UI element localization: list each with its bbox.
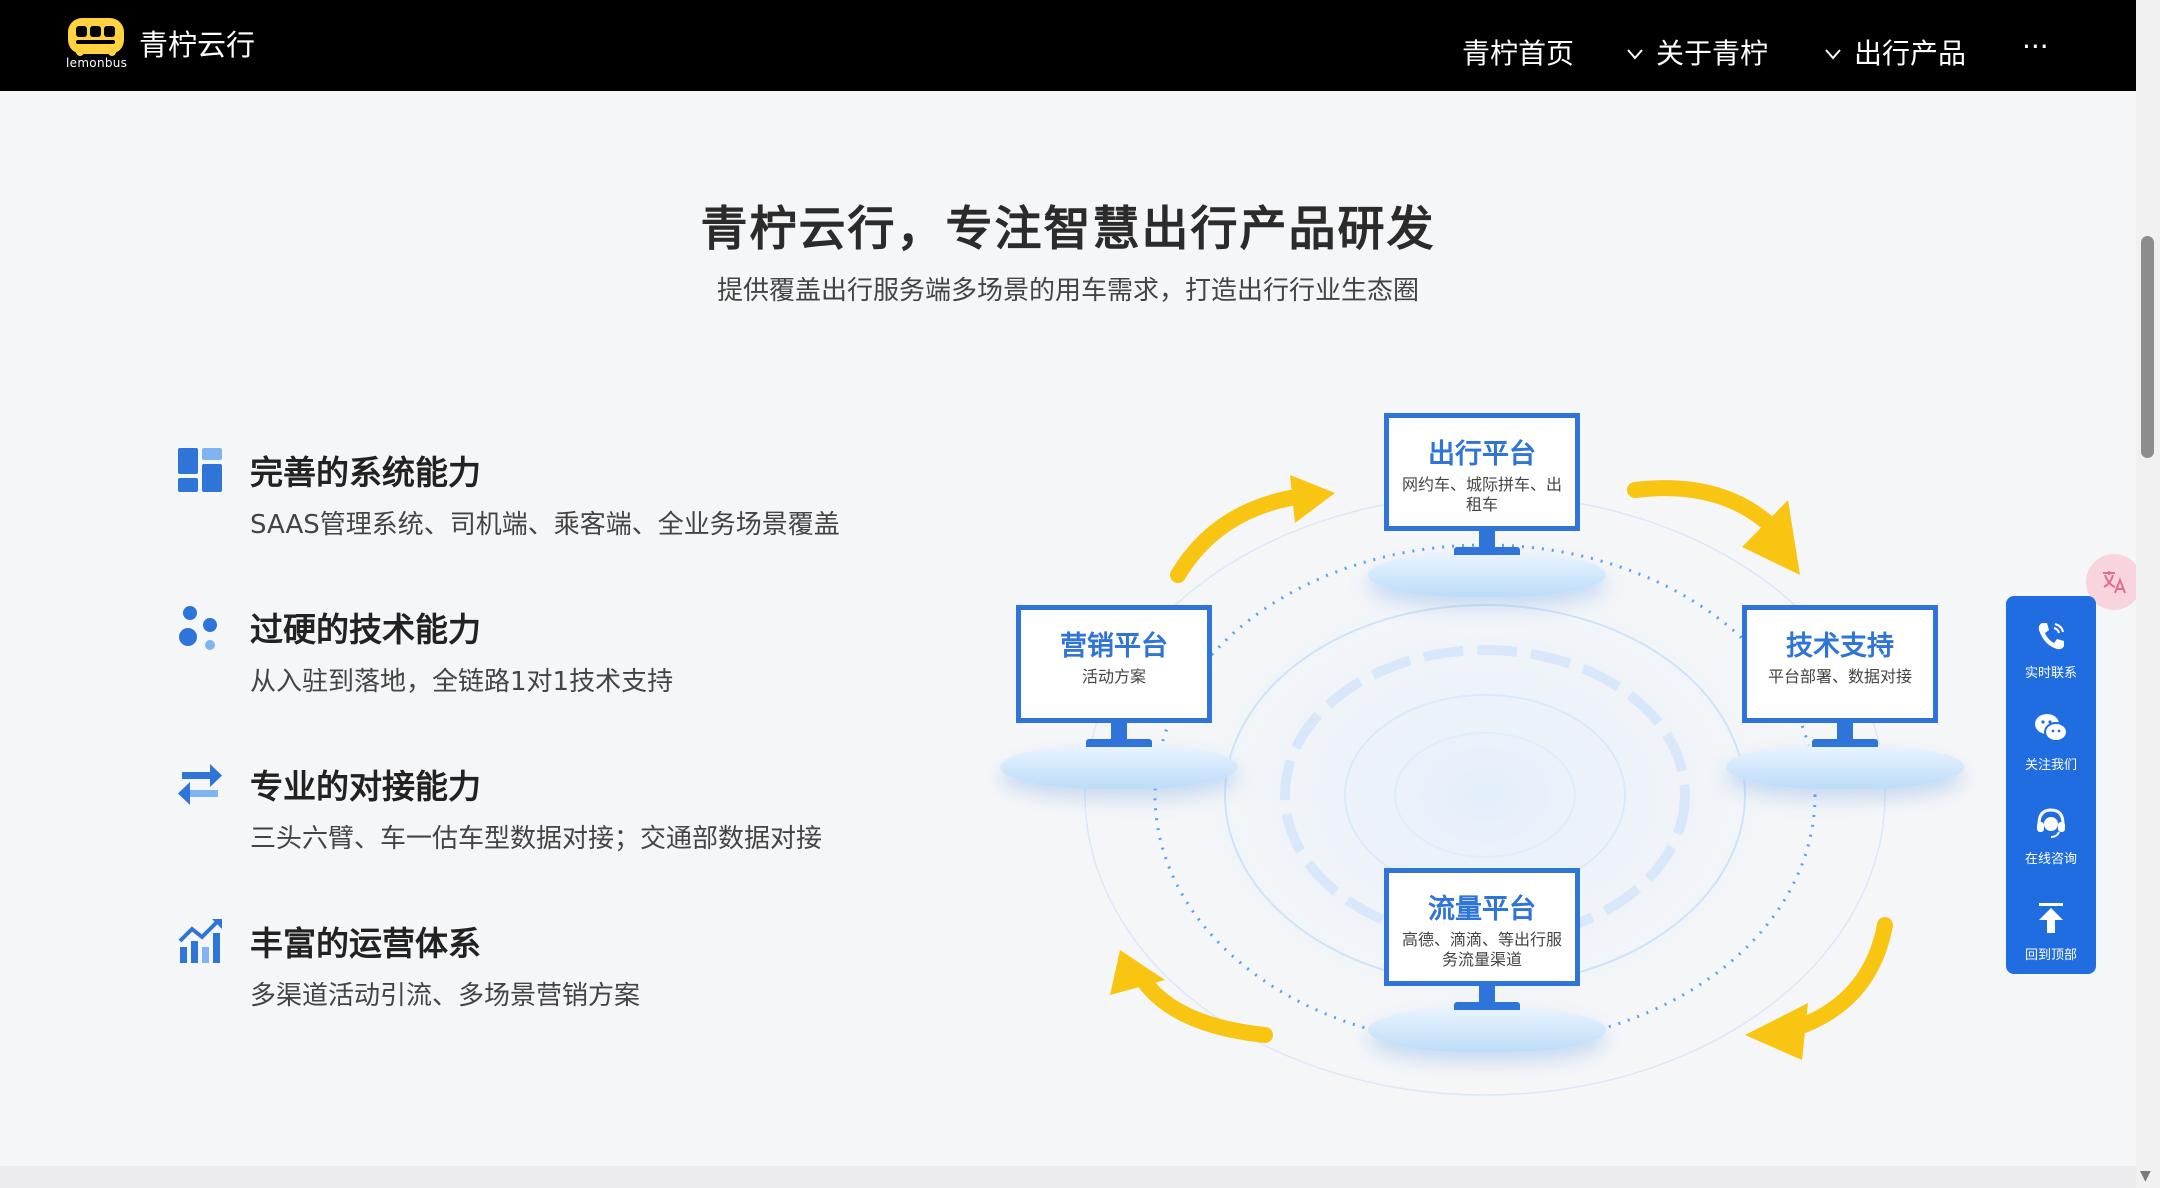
online-consult-button[interactable]: 在线咨询	[2006, 790, 2096, 878]
side-label: 关注我们	[2024, 758, 2077, 773]
feature-desc: 从入驻到落地，全链路1对1技术支持	[250, 667, 674, 697]
feature-title: 过硬的技术能力	[250, 610, 481, 649]
nav-about-label: 关于青柠	[1656, 37, 1769, 70]
feature-desc: SAAS管理系统、司机端、乘客端、全业务场景覆盖	[250, 510, 840, 540]
nav-more[interactable]: ···	[2022, 30, 2049, 63]
more-icon: ···	[2022, 30, 2049, 63]
top-navbar: lemonbus 青柠云行 青柠首页 关于青柠 出行产品 ···	[0, 0, 2136, 91]
monitor-screen: 流量平台 高德、滴滴、等出行服务流量渠道	[1384, 868, 1580, 986]
platform-title: 出行平台	[1428, 439, 1536, 470]
monitor-base	[1368, 1008, 1606, 1052]
monitor-base	[1726, 745, 1964, 789]
side-label: 在线咨询	[2024, 852, 2077, 867]
side-label: 回到顶部	[2024, 948, 2077, 963]
feature-title: 丰富的运营体系	[250, 924, 481, 963]
monitor-stand-foot	[1086, 739, 1152, 747]
feature-desc: 三头六臂、车一估车型数据对接；交通部数据对接	[250, 824, 823, 854]
platform-card-tech-support[interactable]: 技术支持 平台部署、数据对接	[1726, 605, 1964, 795]
nav-home[interactable]: 青柠首页	[1462, 32, 1574, 72]
nav-products-label: 出行产品	[1854, 37, 1967, 70]
page-scrollbar[interactable]	[2136, 0, 2160, 1188]
brand-name[interactable]: 青柠云行	[139, 22, 255, 64]
monitor-stand-foot	[1454, 547, 1520, 555]
headset-icon	[2037, 808, 2065, 838]
platform-card-marketing[interactable]: 营销平台 活动方案	[1000, 605, 1238, 795]
platform-desc: 平台部署、数据对接	[1767, 667, 1912, 686]
monitor-screen: 技术支持 平台部署、数据对接	[1742, 605, 1938, 723]
floating-contact-panel: 实时联系 关注我们 在线咨询 回到顶部	[2006, 596, 2096, 974]
phone-icon	[2038, 623, 2064, 650]
follow-us-button[interactable]: 关注我们	[2006, 696, 2096, 784]
nav-home-label: 青柠首页	[1462, 37, 1575, 70]
grid-icon	[178, 448, 222, 492]
feature-desc: 多渠道活动引流、多场景营销方案	[250, 981, 641, 1011]
platform-card-traffic[interactable]: 流量平台 高德、滴滴、等出行服务流量渠道	[1368, 868, 1606, 1058]
back-to-top-button[interactable]: 回到顶部	[2006, 886, 2096, 974]
wechat-icon	[2035, 714, 2068, 742]
page-footer-edge	[0, 1166, 2136, 1188]
platform-title: 流量平台	[1428, 894, 1536, 925]
feature-title: 完善的系统能力	[250, 453, 481, 492]
platform-desc: 高德、滴滴、等出行服务流量渠道	[1401, 930, 1562, 969]
monitor-base	[1368, 553, 1606, 597]
scrollbar-thumb[interactable]	[2141, 236, 2154, 458]
section-subtitle: 提供覆盖出行服务端多场景的用车需求，打造出行行业生态圈	[716, 276, 1419, 306]
molecule-icon	[179, 606, 217, 650]
platform-title: 营销平台	[1060, 631, 1168, 662]
platform-desc: 活动方案	[1081, 667, 1146, 686]
realtime-contact-button[interactable]: 实时联系	[2006, 604, 2096, 692]
platform-title: 技术支持	[1786, 631, 1894, 662]
monitor-screen: 出行平台 网约车、城际拼车、出租车	[1384, 413, 1580, 531]
platform-diagram: 出行平台 网约车、城际拼车、出租车 营销平台 活动方案 技术支持 平台部署、数据…	[990, 395, 1970, 1115]
scroll-down-arrow-icon[interactable]: ▼	[2140, 1168, 2151, 1184]
monitor-screen: 营销平台 活动方案	[1016, 605, 1212, 723]
platform-desc: 网约车、城际拼车、出租车	[1401, 475, 1562, 514]
exchange-arrows-icon	[178, 764, 222, 805]
back-to-top-icon	[2039, 903, 2063, 933]
side-label: 实时联系	[2024, 666, 2077, 681]
platform-card-travel[interactable]: 出行平台 网约车、城际拼车、出租车	[1368, 413, 1606, 603]
monitor-stand-foot	[1812, 739, 1878, 747]
monitor-base	[1000, 745, 1238, 789]
section-title: 青柠云行，专注智慧出行产品研发	[700, 202, 1436, 257]
growth-chart-icon	[178, 919, 222, 963]
chevron-down-icon	[1825, 49, 1841, 60]
chevron-down-icon	[1627, 49, 1643, 60]
monitor-stand-foot	[1454, 1002, 1520, 1010]
feature-title: 专业的对接能力	[250, 767, 481, 806]
translate-icon	[2103, 571, 2126, 594]
nav-about[interactable]: 关于青柠	[1626, 32, 1768, 72]
logo-text: lemonbus	[66, 56, 128, 70]
nav-products[interactable]: 出行产品	[1824, 32, 1966, 72]
